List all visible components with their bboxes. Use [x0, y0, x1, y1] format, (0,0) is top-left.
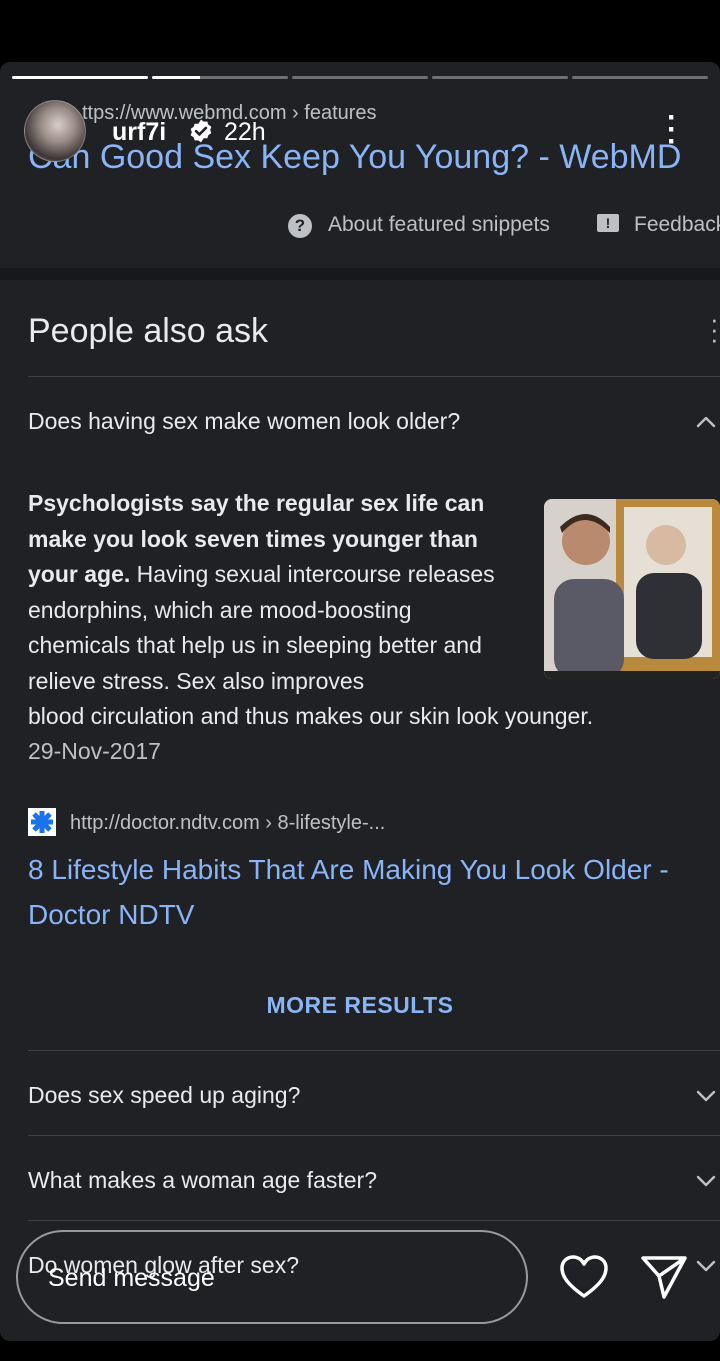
story-username[interactable]: urf7i: [112, 118, 166, 147]
heart-icon[interactable]: [559, 1254, 609, 1300]
source-url: http://doctor.ndtv.com › 8-lifestyle-...: [70, 812, 386, 834]
divider: [28, 1220, 720, 1221]
story-progress: [12, 76, 708, 79]
verified-badge-icon: [190, 119, 212, 143]
avatar[interactable]: [24, 100, 86, 162]
paa-question[interactable]: What makes a woman age faster?: [28, 1167, 377, 1194]
paa-question[interactable]: Does sex speed up aging?: [28, 1082, 300, 1109]
story-frame: ttps://www.webmd.com › features Can Good…: [0, 62, 720, 1341]
send-message-placeholder: Send message: [48, 1264, 215, 1292]
paa-question-expanded[interactable]: Does having sex make women look older?: [28, 408, 460, 435]
more-results-button[interactable]: MORE RESULTS: [0, 992, 720, 1019]
paa-answer-date: 29-Nov-2017: [28, 738, 161, 764]
progress-segment: [152, 76, 288, 79]
chevron-down-icon[interactable]: [694, 1169, 718, 1193]
feedback-icon: !: [597, 214, 619, 232]
progress-segment: [572, 76, 708, 79]
divider: [28, 376, 720, 377]
story-time: 22h: [224, 118, 266, 146]
divider: [28, 1050, 720, 1051]
feedback-link[interactable]: Feedback: [634, 213, 720, 237]
paa-answer-tail: blood circulation and thus makes our ski…: [28, 703, 594, 729]
about-snippets-link[interactable]: About featured snippets: [328, 213, 550, 237]
progress-segment: [432, 76, 568, 79]
paa-menu-icon[interactable]: · · ·: [710, 306, 719, 352]
chevron-down-icon[interactable]: [694, 1254, 718, 1278]
send-direct-icon[interactable]: [640, 1254, 688, 1300]
source-title-link[interactable]: 8 Lifestyle Habits That Are Making You L…: [28, 847, 708, 937]
paa-heading: People also ask: [28, 312, 269, 350]
chevron-down-icon[interactable]: [694, 1084, 718, 1108]
more-options-icon[interactable]: · · ·: [660, 103, 684, 157]
help-icon: ?: [288, 214, 312, 238]
progress-segment: [12, 76, 148, 79]
ndtv-favicon-icon: [28, 808, 56, 836]
section-divider: [0, 268, 720, 280]
answer-thumbnail-image[interactable]: [544, 499, 720, 679]
divider: [28, 1135, 720, 1136]
progress-segment: [292, 76, 428, 79]
paa-answer: Psychologists say the regular sex life c…: [28, 486, 518, 699]
chevron-up-icon[interactable]: [694, 410, 718, 434]
